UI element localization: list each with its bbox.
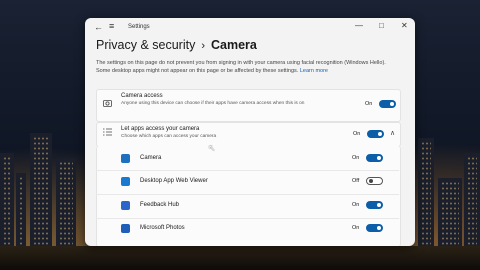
wallpaper-building [418, 138, 434, 248]
wallpaper-water [0, 246, 480, 270]
apps-access-title: Let apps access your camera [121, 126, 200, 132]
feedback-hub-app-icon [121, 201, 130, 210]
camera-app-icon [121, 154, 130, 163]
toggle-knob [390, 102, 394, 106]
app-state: On [352, 202, 360, 208]
app-name: Desktop App Web Viewer [140, 178, 208, 184]
app-state: On [352, 155, 360, 161]
learn-more-link[interactable]: Learn more [300, 68, 328, 74]
apps-list [96, 146, 401, 246]
breadcrumb-parent[interactable]: Privacy & security [96, 38, 195, 52]
settings-window: ← ≡ Settings — □ ✕ Privacy & security › Ca… [85, 18, 415, 246]
page-description: The settings on this page do not prevent… [96, 59, 396, 75]
menu-icon[interactable]: ≡ [109, 21, 114, 31]
camera-access-subtitle: Anyone using this device can choose if t… [121, 101, 305, 106]
app-state: Off [352, 178, 360, 184]
apps-access-card[interactable]: Let apps access your camera Choose which… [96, 122, 401, 147]
apps-access-toggle[interactable] [367, 130, 384, 138]
toggle-knob [377, 156, 381, 160]
wallpaper-building [16, 173, 26, 248]
web-viewer-app-toggle[interactable] [366, 177, 383, 185]
breadcrumb-separator-icon: › [201, 40, 206, 52]
list-icon [103, 128, 112, 138]
app-name: Microsoft Photos [140, 225, 185, 231]
app-name: Camera [140, 155, 162, 161]
description-text: The settings on this page do not prevent… [96, 60, 386, 74]
apps-access-state: On [353, 131, 361, 137]
breadcrumb: Privacy & security › Camera [96, 38, 257, 52]
wallpaper-building [438, 178, 462, 248]
app-name: Feedback Hub [140, 202, 180, 208]
close-icon[interactable]: ✕ [401, 21, 408, 30]
feedback-hub-app-toggle[interactable] [366, 201, 383, 209]
title-bar: ← ≡ Settings — □ ✕ [85, 18, 415, 38]
photos-app-icon [121, 224, 130, 233]
web-viewer-app-icon [121, 177, 130, 186]
maximize-icon[interactable]: □ [379, 21, 384, 30]
mouse-cursor-icon: ↖ [208, 143, 216, 153]
back-icon[interactable]: ← [94, 22, 103, 32]
wallpaper-building [464, 153, 480, 248]
app-state: On [352, 225, 360, 231]
window-title: Settings [128, 24, 150, 30]
minimize-icon[interactable]: — [355, 21, 363, 30]
toggle-knob [377, 226, 381, 230]
camera-icon [103, 99, 112, 109]
camera-access-title: Camera access [121, 93, 163, 99]
camera-access-toggle[interactable] [379, 100, 396, 108]
toggle-knob [378, 132, 382, 136]
chevron-up-icon[interactable]: ∧ [390, 129, 395, 137]
page-title: Camera [211, 38, 257, 52]
toggle-knob [377, 203, 381, 207]
camera-app-toggle[interactable] [366, 154, 383, 162]
divider [96, 194, 399, 195]
wallpaper-building [30, 133, 52, 248]
divider [96, 170, 399, 171]
wallpaper-building [0, 153, 14, 248]
divider [96, 218, 399, 219]
camera-access-state: On [365, 101, 373, 107]
camera-access-card[interactable]: Camera access Anyone using this device c… [96, 89, 401, 122]
photos-app-toggle[interactable] [366, 224, 383, 232]
toggle-knob [369, 179, 373, 183]
wallpaper-building [56, 158, 76, 248]
apps-access-subtitle: Choose which apps can access your camera [121, 134, 217, 139]
